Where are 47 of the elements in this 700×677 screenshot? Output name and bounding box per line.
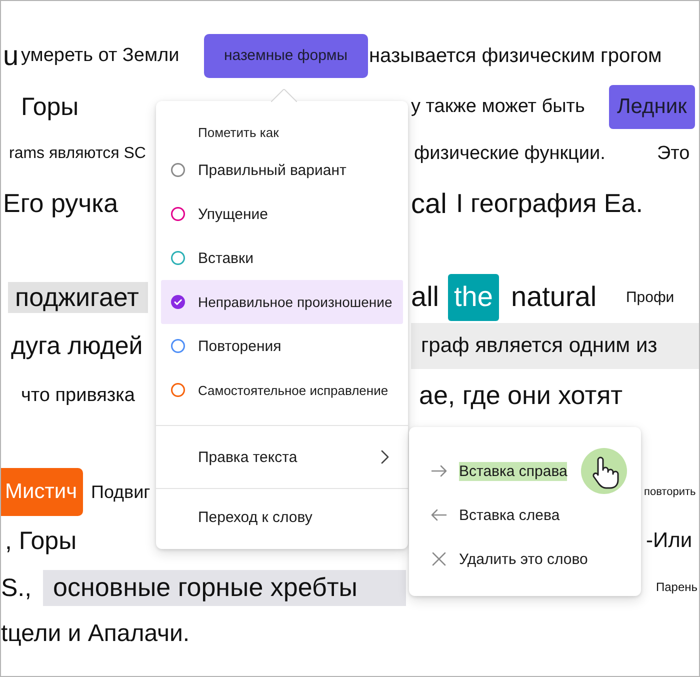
document-text: называется физическим грогом	[369, 44, 662, 68]
mark-option[interactable]: Вставки	[161, 236, 403, 280]
marked-word: Мистич	[1, 468, 84, 516]
document-text: rams являются SC	[9, 144, 146, 164]
document-text: дуга людей	[11, 332, 143, 360]
menu-item[interactable]: Правка текста	[156, 426, 408, 488]
document-text: u	[3, 40, 19, 72]
document-text: ае, где они хотят	[419, 381, 623, 411]
document-text: , Горы	[5, 526, 77, 556]
document-text: natural	[511, 281, 597, 314]
document-text: tцели и Апалачи.	[1, 620, 190, 648]
document-text: у также может быть	[411, 96, 585, 118]
marked-word: the	[448, 274, 499, 321]
menu-item[interactable]: Переход к слову	[156, 489, 408, 545]
chevron-right-icon	[381, 450, 389, 464]
submenu-item[interactable]: Вставка слева	[409, 493, 641, 537]
selected-word: Ледник	[609, 85, 695, 129]
document-text: -Или	[646, 528, 692, 554]
highlighted-text: граф является одним из	[411, 323, 699, 369]
document-text: S.,	[1, 574, 32, 602]
document-text: Это	[657, 143, 690, 165]
arrow-right-icon	[431, 465, 447, 477]
menu-heading: Пометить как	[198, 124, 279, 142]
hand-cursor-icon	[581, 448, 628, 494]
document-text: all	[411, 281, 440, 314]
mark-option[interactable]: Правильный вариант	[161, 148, 403, 192]
arrow-left-icon	[431, 509, 447, 521]
mark-option[interactable]: Упущение	[161, 192, 403, 236]
selected-word: наземные формы	[204, 34, 368, 78]
highlighted-text: поджигает	[8, 282, 148, 314]
mark-option[interactable]: Самостоятельное исправление	[161, 368, 403, 412]
document-text: cal	[411, 188, 447, 220]
submenu-item[interactable]: Вставка справа	[409, 449, 641, 493]
document-text: что привязка	[21, 385, 135, 407]
mark-option[interactable]: Повторения	[161, 324, 403, 368]
document-text: Профи	[626, 288, 674, 306]
document-text: Подвиг	[91, 482, 150, 502]
mark-option[interactable]: Неправильное произношение	[161, 280, 403, 324]
cross-icon	[432, 552, 446, 566]
document-text: I география Ea.	[456, 189, 643, 219]
document-text: умереть от Земли	[21, 45, 180, 67]
document-text: Его ручка	[3, 189, 118, 219]
submenu-item[interactable]: Удалить это слово	[409, 537, 641, 581]
document-text: Парень	[656, 581, 698, 595]
document-text: физические функции.	[414, 143, 606, 165]
document-text: Горы	[21, 92, 79, 122]
highlighted-text: основные горные хребты	[43, 570, 406, 606]
